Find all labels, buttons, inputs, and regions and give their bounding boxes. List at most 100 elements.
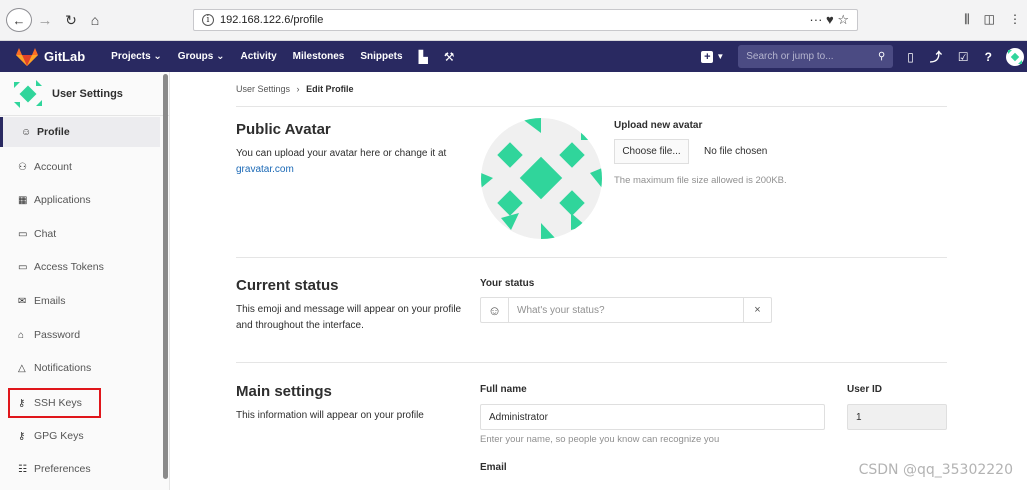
watermark: CSDN @qq_35302220 xyxy=(858,462,1013,478)
address-bar[interactable]: i 192.168.122.6/profile ··· ♥ ☆ xyxy=(193,9,858,31)
mail-icon: ✉ xyxy=(18,295,27,307)
sidebar-item-label: Profile xyxy=(37,126,70,138)
menu-snippets[interactable]: Snippets xyxy=(352,51,410,62)
info-icon[interactable]: i xyxy=(202,14,214,26)
divider xyxy=(236,257,947,258)
main-settings-title: Main settings xyxy=(236,383,332,400)
todo-icon[interactable]: ☑ xyxy=(958,50,969,64)
help-icon[interactable]: ? xyxy=(985,50,992,64)
sidebar-item-profile[interactable]: ☺ Profile xyxy=(0,117,160,147)
smile-icon: ☺ xyxy=(21,126,32,138)
user-settings-avatar-icon xyxy=(14,79,42,108)
url-text: 192.168.122.6/profile xyxy=(220,14,324,26)
sidebar-item-gpg-keys[interactable]: ⚷ GPG Keys xyxy=(8,421,160,451)
search-icon: ⚲ xyxy=(877,51,886,62)
sidebar-item-notifications[interactable]: △ Notifications xyxy=(8,353,160,383)
sliders-icon: ☷ xyxy=(18,463,27,475)
clear-status-icon[interactable]: × xyxy=(743,298,771,322)
sidebar-item-label: Emails xyxy=(34,295,66,307)
sidebar-title: User Settings xyxy=(52,87,123,100)
menu-groups[interactable]: Groups ⌄ xyxy=(170,51,233,62)
search-placeholder: Search or jump to... xyxy=(746,51,834,62)
lock-icon: ⌂ xyxy=(18,329,25,341)
menu-icon[interactable]: ⋮ xyxy=(1009,12,1021,27)
sidebar-item-preferences[interactable]: ☷ Preferences xyxy=(8,454,160,484)
chevron-down-icon[interactable]: ▼ xyxy=(716,52,724,61)
full-name-label: Full name xyxy=(480,384,527,395)
gravatar-link[interactable]: gravatar.com xyxy=(236,164,294,175)
current-status-desc: This emoji and message will appear on yo… xyxy=(236,304,462,331)
sidebar-item-access-tokens[interactable]: ▭ Access Tokens xyxy=(8,252,160,282)
grid-icon: ▦ xyxy=(18,194,28,206)
avatar-pattern-icon xyxy=(1008,49,1022,64)
browser-right-tools: ⫼ ◫ ⋮ xyxy=(964,12,1027,27)
gitlab-navbar: GitLab Projects ⌄ Groups ⌄ Activity Mile… xyxy=(0,41,1027,72)
user-avatar[interactable] xyxy=(1006,47,1024,66)
merge-request-icon[interactable]: ⤴ xyxy=(930,48,942,65)
user-id-field[interactable]: 1 xyxy=(847,404,947,430)
chart-icon[interactable]: ▙ xyxy=(411,50,436,64)
page-actions[interactable]: ··· ♥ ☆ xyxy=(809,12,849,28)
your-status-label: Your status xyxy=(480,278,535,289)
library-icon[interactable]: ⫼ xyxy=(964,12,970,27)
key-icon: ⚷ xyxy=(18,397,26,409)
sidebar-item-label: GPG Keys xyxy=(34,430,84,442)
sidebar-item-label: SSH Keys xyxy=(34,397,82,409)
gitlab-brand[interactable]: GitLab xyxy=(44,49,85,64)
main-settings-desc: This information will appear on your pro… xyxy=(236,410,424,421)
emoji-picker-icon[interactable]: ☺ xyxy=(481,298,509,322)
avatar-desc-text: You can upload your avatar here or chang… xyxy=(236,148,447,159)
home-icon[interactable]: ⌂ xyxy=(86,8,104,32)
reload-icon[interactable]: ↻ xyxy=(62,8,80,32)
breadcrumb-parent[interactable]: User Settings xyxy=(236,84,290,94)
sidebar-item-ssh-keys[interactable]: ⚷ SSH Keys xyxy=(8,388,101,418)
sidebar-item-label: Notifications xyxy=(34,362,92,374)
public-avatar-desc: You can upload your avatar here or chang… xyxy=(236,146,466,178)
wrench-icon[interactable]: ⚒ xyxy=(436,50,463,64)
sidebar-item-applications[interactable]: ▦ Applications xyxy=(8,185,160,215)
key-icon: ⚷ xyxy=(18,430,26,442)
users-icon: ⚇ xyxy=(18,161,27,173)
plus-icon[interactable]: + xyxy=(701,50,714,63)
sidebar-item-label: Access Tokens xyxy=(34,261,104,273)
gitlab-logo-icon[interactable] xyxy=(16,47,38,66)
menu-projects[interactable]: Projects ⌄ xyxy=(103,51,170,62)
current-status-title: Current status xyxy=(236,277,339,294)
max-size-note: The maximum file size allowed is 200KB. xyxy=(614,175,787,186)
divider xyxy=(236,106,947,107)
search-input[interactable]: Search or jump to... ⚲ xyxy=(738,45,894,68)
sidebar-item-label: Applications xyxy=(34,194,91,206)
key-card-icon: ▭ xyxy=(18,261,28,273)
sidebar-item-label: Account xyxy=(34,161,72,173)
settings-sidebar: User Settings ☺ Profile ⚇ Account ▦ Appl… xyxy=(0,72,170,490)
no-file-text: No file chosen xyxy=(704,146,768,157)
choose-file-button[interactable]: Choose file... xyxy=(614,139,689,164)
sidebar-item-emails[interactable]: ✉ Emails xyxy=(8,286,160,316)
forward-arrow-icon[interactable]: → xyxy=(36,8,54,32)
identicon-avatar xyxy=(481,118,602,239)
full-name-field[interactable]: Administrator xyxy=(480,404,825,430)
status-input-group: ☺ What's your status? × xyxy=(480,297,772,323)
back-arrow-icon[interactable]: ← xyxy=(6,8,32,32)
status-input[interactable]: What's your status? xyxy=(509,298,743,322)
menu-activity[interactable]: Activity xyxy=(233,51,285,62)
sidebar-item-password[interactable]: ⌂ Password xyxy=(8,320,160,350)
main-menu: Projects ⌄ Groups ⌄ Activity Milestones … xyxy=(103,50,462,64)
email-label: Email xyxy=(480,462,507,473)
full-name-help: Enter your name, so people you know can … xyxy=(480,434,720,445)
issues-icon[interactable]: ▯ xyxy=(907,50,914,64)
upload-avatar-label: Upload new avatar xyxy=(614,120,703,131)
sidebar-scrollbar[interactable] xyxy=(163,74,168,479)
sidebar-item-account[interactable]: ⚇ Account xyxy=(8,152,160,182)
sidebar-item-chat[interactable]: ▭ Chat xyxy=(8,219,160,249)
breadcrumb-separator: › xyxy=(296,84,300,94)
user-id-label: User ID xyxy=(847,384,883,395)
navbar-right: + ▼ Search or jump to... ⚲ ▯ ⤴ ☑ ? xyxy=(701,41,1027,72)
sidebar-icon[interactable]: ◫ xyxy=(984,12,995,27)
sidebar-header[interactable]: User Settings xyxy=(0,72,169,116)
divider xyxy=(236,362,947,363)
sidebar-item-label: Preferences xyxy=(34,463,91,475)
bell-icon: △ xyxy=(18,362,26,374)
breadcrumb: User Settings › Edit Profile xyxy=(236,84,354,94)
menu-milestones[interactable]: Milestones xyxy=(285,51,353,62)
